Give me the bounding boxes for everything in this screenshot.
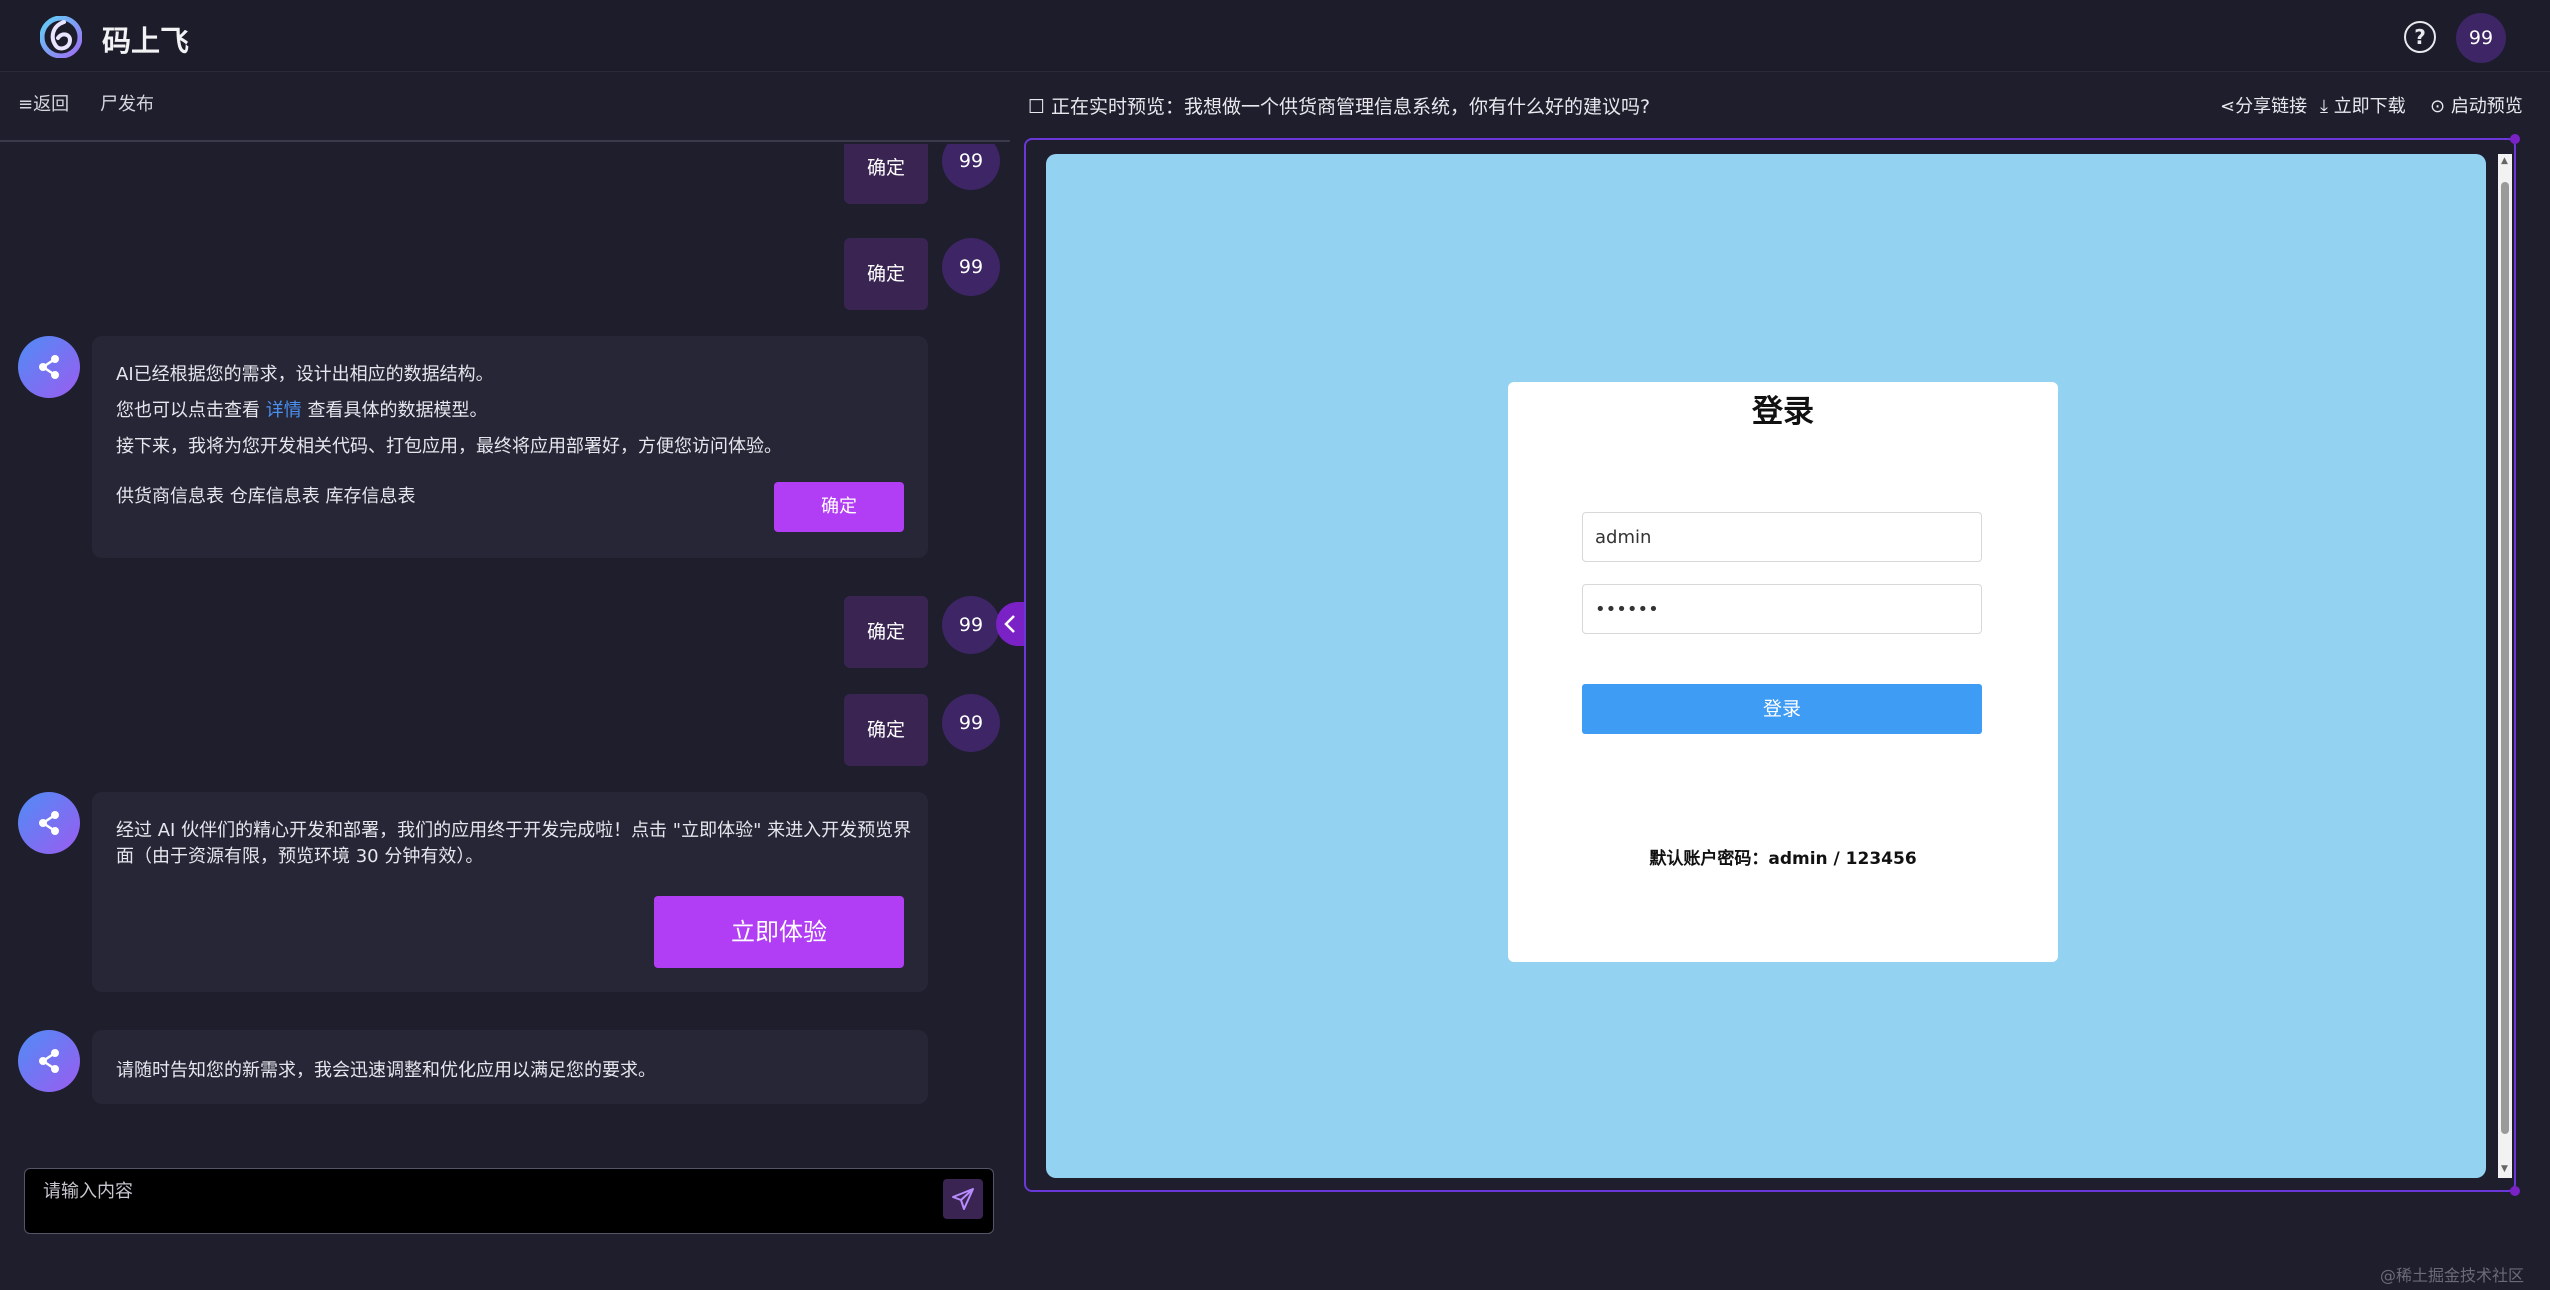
data-tables-list: 供货商信息表 仓库信息表 库存信息表 [116,486,416,507]
scrollbar-thumb[interactable] [2501,182,2509,1134]
share-icon: ⋖ [2220,96,2236,117]
details-link[interactable]: 详情 [266,400,302,421]
password-input[interactable] [1582,584,1982,634]
user-avatar: 99 [942,694,1000,752]
user-message-confirm: 确定 [844,238,928,310]
scroll-up-icon[interactable]: ▲ [2501,156,2508,166]
bot-message-bubble: AI已经根据您的需求，设计出相应的数据结构。 您也可以点击查看 详情 查看具体的… [92,336,928,558]
user-avatar: 99 [942,144,1000,190]
message-text: 您也可以点击查看 详情 查看具体的数据模型。 [116,396,487,422]
message-text: 查看具体的数据模型。 [301,400,488,421]
message-text: AI已经根据您的需求，设计出相应的数据结构。 [116,364,494,385]
download-label: 立即下载 [2333,96,2406,117]
user-message-confirm: 确定 [844,144,928,204]
watermark: @稀土掘金技术社区 [2380,1266,2525,1285]
user-avatar: 99 [942,596,1000,654]
confirm-button[interactable]: 确定 [774,482,904,532]
download-icon: ⤓ [2320,96,2334,117]
message-text: 请随时告知您的新需求，我会迅速调整和优化应用以满足您的要求。 [116,1060,656,1081]
user-message-confirm: 确定 [844,596,928,668]
bot-avatar [18,1030,80,1092]
preview-header: ☐ 正在实时预览：我想做一个供货商管理信息系统，你有什么好的建议吗? ⋖分享链接 … [1010,72,2550,134]
preview-title-text: 正在实时预览：我想做一个供货商管理信息系统，你有什么好的建议吗? [1051,96,1651,118]
chat-input-box [24,1168,994,1234]
cup-icon: ☐ [1028,96,1046,118]
send-icon [952,1188,974,1210]
message-text: 面（由于资源有限，预览环境 30 分钟有效）。 [116,846,484,867]
bot-message-bubble: 经过 AI 伙伴们的精心开发和部署，我们的应用终于开发完成啦！点击 "立即体验"… [92,792,928,992]
user-avatar[interactable]: 99 [2456,13,2506,63]
bot-avatar [18,792,80,854]
login-card: 登录 登录 默认账户密码：admin / 123456 [1508,382,2058,962]
launch-preview-label: 启动预览 [2450,96,2523,117]
brand-name: 码上飞 [102,24,190,58]
chat-toolbar: ≡返回 尸发布 [0,72,1010,142]
chevron-left-icon [1004,615,1015,633]
bot-avatar [18,336,80,398]
preview-canvas: 登录 登录 默认账户密码：admin / 123456 [1046,154,2486,1178]
share-link-button[interactable]: ⋖分享链接 [2220,92,2307,118]
send-button[interactable] [943,1179,983,1219]
message-text: 接下来，我将为您开发相关代码、打包应用，最终将应用部署好，方便您访问体验。 [116,436,782,457]
share-node-icon [39,355,59,379]
back-button[interactable]: ≡返回 [18,90,69,116]
user-avatar: 99 [942,238,1000,296]
help-icon[interactable]: ? [2404,21,2436,53]
top-bar: 码上飞 ? 99 [0,0,2550,72]
login-title: 登录 [1752,394,1814,430]
share-link-label: 分享链接 [2235,96,2308,117]
share-node-icon [39,1049,59,1073]
chat-input[interactable] [43,1177,943,1227]
try-now-button[interactable]: 立即体验 [654,896,904,968]
publish-button[interactable]: 尸发布 [100,90,154,116]
preview-title: ☐ 正在实时预览：我想做一个供货商管理信息系统，你有什么好的建议吗? [1028,92,1650,119]
launch-preview-button[interactable]: ⊙ 启动预览 [2430,92,2523,118]
brand-logo-icon[interactable] [39,15,83,59]
login-button[interactable]: 登录 [1582,684,1982,734]
message-text: 您也可以点击查看 [116,400,266,421]
download-button[interactable]: ⤓ 立即下载 [2320,92,2406,118]
chat-panel: 确定 99 确定 99 AI已经根据您的需求，设计出相应的数据结构。 您也可以点… [0,144,1010,1154]
play-circle-icon: ⊙ [2430,96,2451,117]
default-credentials-hint: 默认账户密码：admin / 123456 [1649,849,1917,869]
username-input[interactable] [1582,512,1982,562]
user-message-confirm: 确定 [844,694,928,766]
message-text: 经过 AI 伙伴们的精心开发和部署，我们的应用终于开发完成啦！点击 "立即体验"… [116,820,912,841]
scroll-down-icon[interactable]: ▼ [2501,1164,2508,1174]
share-node-icon [39,811,59,835]
preview-frame: 登录 登录 默认账户密码：admin / 123456 ▲ ▼ [1024,134,2520,1196]
preview-scrollbar[interactable]: ▲ ▼ [2498,154,2512,1178]
bot-message-bubble: 请随时告知您的新需求，我会迅速调整和优化应用以满足您的要求。 [92,1030,928,1104]
